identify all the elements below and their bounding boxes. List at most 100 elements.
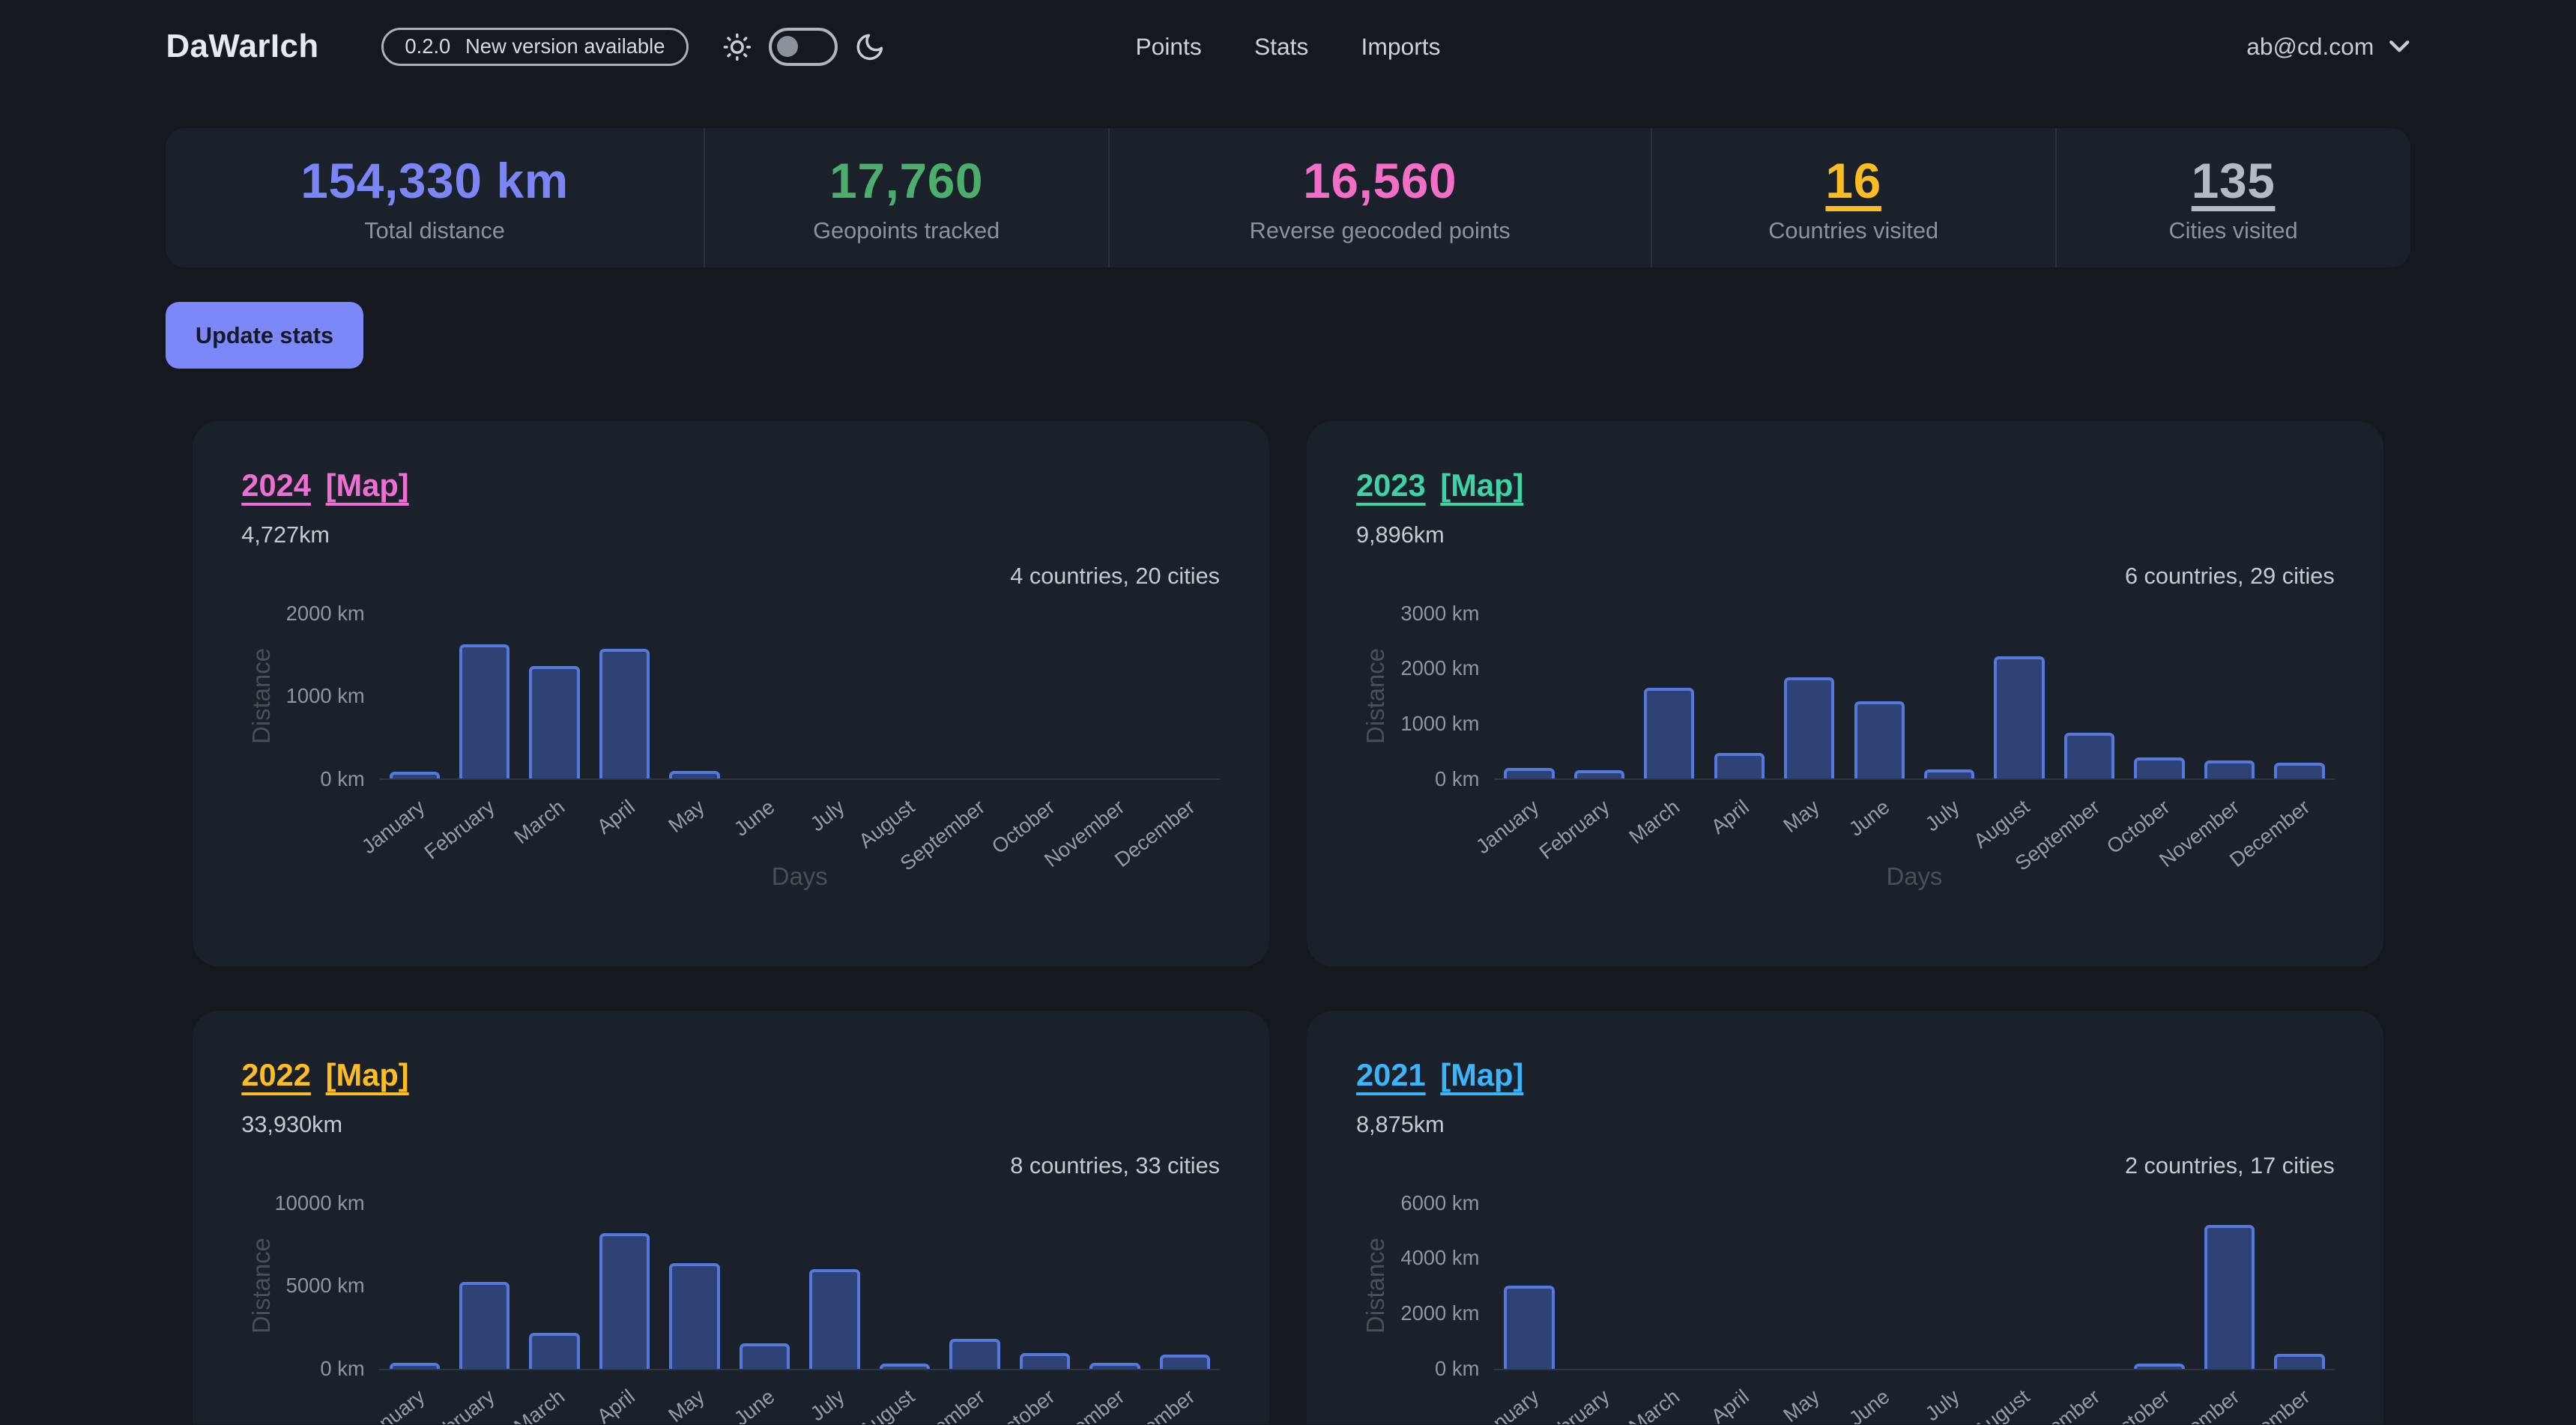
chevron-down-icon <box>2389 40 2410 55</box>
nav-item-stats[interactable]: Stats <box>1254 33 1308 61</box>
x-axis-month-label: March <box>510 795 569 849</box>
bar-january <box>390 772 440 778</box>
map-link[interactable]: [Map] <box>326 468 409 503</box>
bar-slot <box>940 613 1009 778</box>
header: DaWarIch 0.2.0 New version available <box>166 0 2410 94</box>
x-axis-title: Days <box>1494 862 2335 891</box>
year-total-distance: 8,875km <box>1356 1111 2335 1138</box>
bar-slot <box>590 613 659 778</box>
x-axis-month-label: May <box>664 795 709 838</box>
cities-visited-link[interactable]: 135 <box>2192 152 2276 209</box>
bar-slot <box>1494 1202 1564 1368</box>
y-axis-tick-label: 2000 km <box>286 600 365 626</box>
map-link[interactable]: [Map] <box>326 1057 409 1093</box>
year-total-distance: 33,930km <box>241 1111 1220 1138</box>
x-axis-month-label: October <box>2102 1385 2174 1424</box>
stat-label: Cities visited <box>2168 217 2297 244</box>
version-badge[interactable]: 0.2.0 New version available <box>381 28 689 66</box>
bar-december <box>2274 1354 2324 1368</box>
year-link[interactable]: 2022 <box>241 1057 311 1093</box>
year-link[interactable]: 2023 <box>1356 468 1426 503</box>
bar-april <box>599 1233 650 1368</box>
stat-total-distance: 154,330 km Total distance <box>166 128 703 267</box>
x-axis: JanuaryFebruaryMarchAprilMayJuneJulyAugu… <box>379 780 1220 862</box>
bar-may <box>669 1263 719 1369</box>
sun-icon <box>722 31 753 63</box>
y-axis-tick-label: 10000 km <box>274 1190 364 1216</box>
bar-slot <box>590 1202 659 1368</box>
user-menu[interactable]: ab@cd.com <box>2246 33 2410 61</box>
bar-august <box>880 1364 930 1369</box>
version-message: New version available <box>465 34 665 58</box>
bar-slot <box>940 1202 1009 1368</box>
nav-item-imports[interactable]: Imports <box>1361 33 1441 61</box>
y-axis-tick-label: 1000 km <box>286 683 365 709</box>
y-axis: 2000 km1000 km0 km <box>281 613 380 778</box>
theme-switcher <box>722 28 886 65</box>
bar-january <box>390 1363 440 1369</box>
bar-slot <box>2055 1202 2124 1368</box>
bar-slot <box>519 613 589 778</box>
theme-toggle[interactable] <box>769 28 838 65</box>
year-total-distance: 9,896km <box>1356 521 2335 548</box>
bar-april <box>599 649 650 778</box>
y-axis: 3000 km2000 km1000 km0 km <box>1396 613 1495 778</box>
nav-item-points[interactable]: Points <box>1135 33 1201 61</box>
y-axis-tick-label: 0 km <box>320 1355 364 1382</box>
y-axis-title: Distance <box>1361 1238 1390 1334</box>
bar-slot <box>1774 1202 1844 1368</box>
bar-slot <box>1705 1202 1774 1368</box>
version-number: 0.2.0 <box>405 34 450 58</box>
app-logo[interactable]: DaWarIch <box>166 28 318 65</box>
x-axis-month-label: April <box>1707 795 1754 839</box>
x-axis: JanuaryFebruaryMarchAprilMayJuneJulyAugu… <box>1494 780 2335 862</box>
y-axis-tick-label: 5000 km <box>286 1272 365 1298</box>
x-axis-month-label: March <box>1624 1385 1684 1424</box>
bar-slot <box>1705 613 1774 778</box>
map-link[interactable]: [Map] <box>1440 1057 1523 1093</box>
bar-slot <box>1844 1202 1914 1368</box>
map-link[interactable]: [Map] <box>1440 468 1523 503</box>
x-axis-title: Days <box>379 862 1220 891</box>
dawarich-app: DaWarIch 0.2.0 New version available <box>0 0 2576 1424</box>
stat-label: Reverse geocoded points <box>1250 217 1511 244</box>
theme-toggle-knob <box>777 36 799 58</box>
x-axis-month-label: May <box>1779 1385 1824 1424</box>
distance-bar-chart: Distance 3000 km2000 km1000 km0 km Janua… <box>1356 600 2335 892</box>
countries-cities-summary: 4 countries, 20 cities <box>241 563 1220 590</box>
bar-slot <box>1080 613 1149 778</box>
year-card-2023: 2023 [Map] 9,896km 6 countries, 29 citie… <box>1307 421 2383 966</box>
bar-june <box>740 1343 790 1368</box>
user-email: ab@cd.com <box>2246 33 2374 61</box>
bar-march <box>529 666 579 778</box>
bar-slot <box>1080 1202 1149 1368</box>
bar-slot <box>2264 613 2334 778</box>
bar-slot <box>1634 1202 1704 1368</box>
x-axis-month-label: January <box>357 795 429 859</box>
x-axis-month-label: January <box>357 1385 429 1424</box>
x-axis-month-label: August <box>854 1385 919 1424</box>
stat-value: 154,330 km <box>300 152 569 209</box>
year-link[interactable]: 2021 <box>1356 1057 1426 1093</box>
bar-december <box>2274 763 2324 778</box>
bar-december <box>1160 1355 1210 1369</box>
y-axis-title: Distance <box>1361 648 1390 744</box>
y-axis-tick-label: 3000 km <box>1400 600 1479 626</box>
countries-visited-link[interactable]: 16 <box>1825 152 1881 209</box>
year-link[interactable]: 2024 <box>241 468 311 503</box>
bar-slot <box>2055 613 2124 778</box>
bar-slot <box>1010 1202 1080 1368</box>
update-stats-button[interactable]: Update stats <box>166 302 363 369</box>
distance-bar-chart: Distance 10000 km5000 km0 km JanuaryFebr… <box>241 1190 1220 1424</box>
bar-slot <box>450 613 519 778</box>
plot-area <box>379 613 1220 780</box>
stat-countries-visited: 16 Countries visited <box>1651 128 2055 267</box>
distance-bar-chart: Distance 2000 km1000 km0 km JanuaryFebru… <box>241 600 1220 892</box>
bar-slot <box>730 1202 799 1368</box>
bar-slot <box>2124 1202 2194 1368</box>
stat-reverse-geocoded: 16,560 Reverse geocoded points <box>1108 128 1651 267</box>
x-axis-month-label: April <box>592 1385 639 1424</box>
bar-november <box>1089 1363 1140 1368</box>
bar-slot <box>1150 613 1220 778</box>
y-axis-title: Distance <box>247 1238 276 1334</box>
